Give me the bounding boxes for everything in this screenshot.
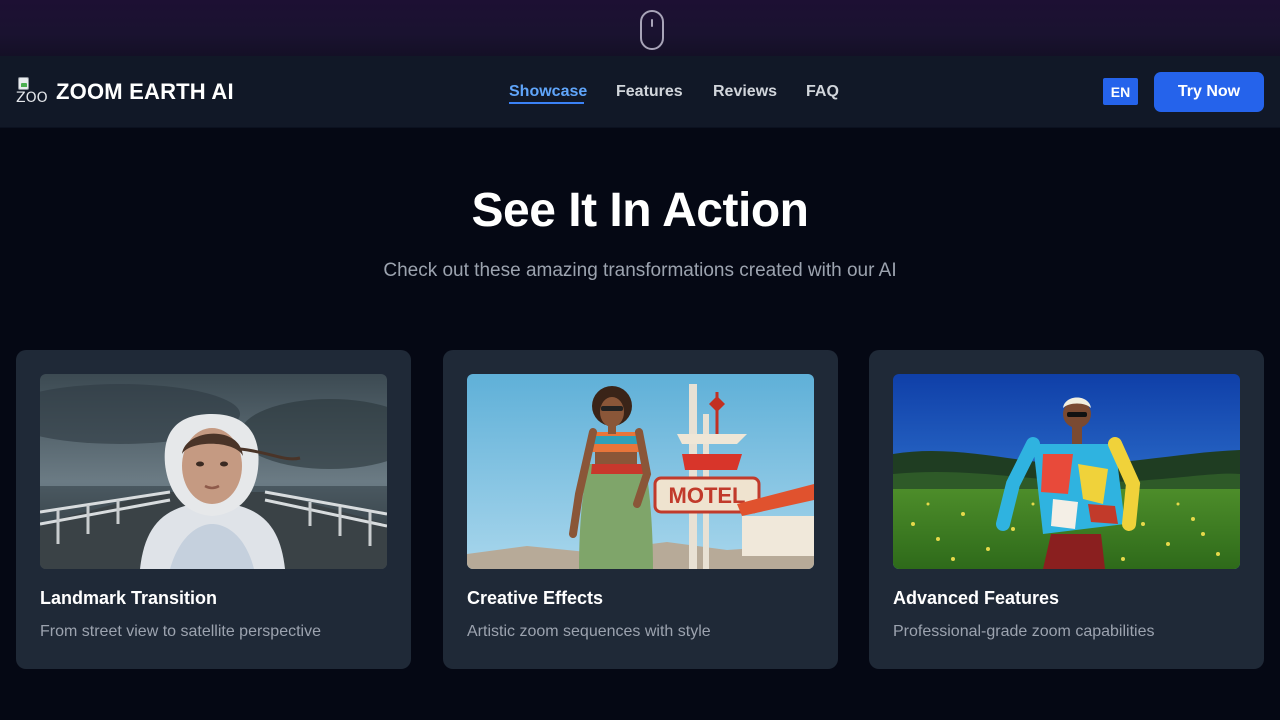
section-subtitle: Check out these amazing transformations …: [383, 260, 897, 281]
scroll-mouse-icon: [640, 10, 664, 50]
language-switcher-button[interactable]: EN: [1103, 78, 1138, 105]
motel-sign-text: MOTEL: [669, 483, 746, 508]
man-in-meadow-image: [893, 374, 1240, 569]
nav-link-features[interactable]: Features: [616, 83, 683, 101]
nav-link-faq[interactable]: FAQ: [806, 83, 839, 101]
woman-by-motel-sign-image: MOTEL: [467, 374, 814, 569]
card-description: From street view to satellite perspectiv…: [40, 623, 321, 640]
logo-alt-text: ZOOM EARTH AI: [16, 90, 48, 106]
showcase-card-advanced[interactable]: Advanced Features Professional-grade zoo…: [869, 350, 1264, 669]
nav-link-reviews[interactable]: Reviews: [713, 83, 777, 101]
card-title: Creative Effects: [467, 588, 604, 608]
showcase-card-creative[interactable]: MOTEL Creative Effects Artistic zoom seq…: [443, 350, 838, 669]
section-title: See It In Action: [471, 184, 809, 237]
active-nav-underline: [509, 102, 584, 104]
card-title: Landmark Transition: [40, 588, 218, 608]
logo-image: ZOOM EARTH AI: [16, 76, 48, 108]
nav-link-showcase[interactable]: Showcase: [509, 83, 587, 101]
card-description: Artistic zoom sequences with style: [467, 623, 711, 640]
try-now-button[interactable]: Try Now: [1154, 72, 1264, 112]
card-description: Professional-grade zoom capabilities: [893, 623, 1155, 640]
brand-logo-link[interactable]: ZOOM EARTH AI ZOOM EARTH AI: [16, 76, 234, 108]
broken-image-icon: [18, 77, 29, 90]
hooded-woman-on-pier-image: [40, 374, 387, 569]
card-title: Advanced Features: [893, 588, 1060, 608]
brand-name: ZOOM EARTH AI: [56, 79, 234, 104]
showcase-card-landmark[interactable]: Landmark Transition From street view to …: [16, 350, 411, 669]
